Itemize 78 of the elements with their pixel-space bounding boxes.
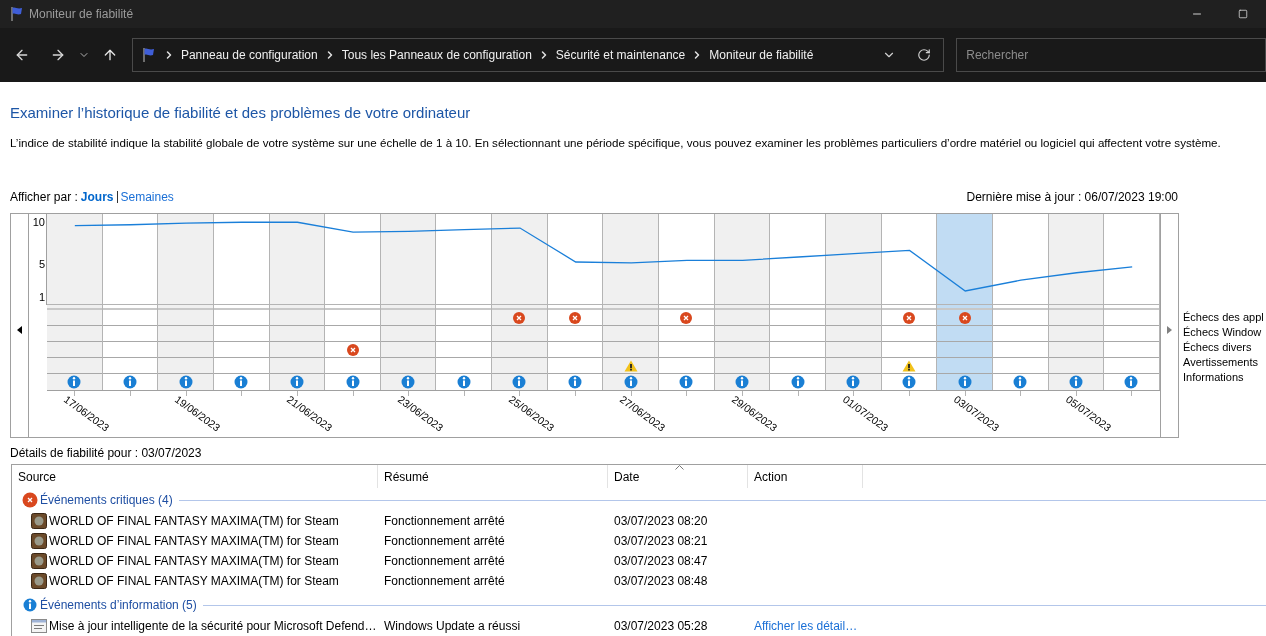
source-cell-text: WORLD OF FINAL FANTASY MAXIMA(TM) for Steam (49, 573, 339, 590)
y-axis-label: 5 (38, 257, 45, 270)
day-column[interactable] (492, 214, 548, 390)
flag-icon (140, 47, 157, 63)
info-icon (23, 598, 37, 612)
day-column[interactable] (992, 214, 1049, 390)
day-column[interactable] (380, 214, 437, 390)
day-column[interactable] (825, 214, 882, 390)
y-axis-label: 1 (38, 290, 45, 303)
date-cell: 03/07/2023 08:47 (614, 554, 708, 568)
flag-icon (9, 6, 25, 22)
day-column[interactable] (770, 214, 826, 390)
group-header[interactable]: Événements d’information (5) (40, 596, 197, 614)
view-by-label: Afficher par : (10, 189, 78, 206)
summary-cell: Fonctionnement arrêté (384, 574, 505, 588)
error-icon (22, 492, 38, 508)
day-column[interactable] (881, 214, 938, 390)
view-details-link[interactable]: Afficher les détail… (754, 619, 858, 633)
sort-caret-icon (675, 465, 684, 470)
window-icon (31, 619, 47, 633)
app-icon (31, 533, 47, 549)
breadcrumb-item[interactable]: Panneau de configuration (180, 46, 318, 64)
day-column[interactable] (213, 214, 270, 390)
summary-cell: Fonctionnement arrêté (384, 534, 505, 548)
day-column[interactable] (714, 214, 771, 390)
day-column[interactable] (1048, 214, 1105, 390)
date-cell: 03/07/2023 08:20 (614, 514, 708, 528)
group-header[interactable]: Événements critiques (4) (40, 491, 173, 509)
window-title: Moniteur de fiabilité (29, 6, 134, 23)
day-column[interactable] (102, 214, 159, 390)
right-triangle-icon (1167, 325, 1172, 334)
date-cell: 03/07/2023 08:48 (614, 574, 708, 588)
day-column[interactable] (436, 214, 493, 390)
app-icon (31, 553, 47, 569)
legend-label: Échecs Window (1183, 325, 1263, 340)
view-by-link[interactable]: Semaines (120, 188, 174, 206)
breadcrumb-item[interactable]: Sécurité et maintenance (555, 46, 686, 64)
legend-label: Avertissements (1183, 355, 1259, 370)
day-column[interactable] (659, 214, 715, 390)
description-text: L’indice de stabilité indique la stabilité globale de votre système sur une échelle de 1 à 10. En sélectionnant une période spécifique, vous pouvez examiner les problèmes particuliers d’ordre matériel ou logiciel qui affectent votre système. (10, 135, 1221, 150)
summary-cell: Windows Update a réussi (384, 619, 521, 633)
page-heading: Examiner l’historique de fiabilité et des problèmes de votre ordinateur (10, 104, 472, 122)
column-header[interactable]: Action (748, 465, 863, 488)
legend-label: Échecs divers (1183, 340, 1253, 355)
source-cell-text: WORLD OF FINAL FANTASY MAXIMA(TM) for Steam (49, 533, 339, 550)
source-cell-text: Mise à jour intelligente de la sécurité pour Microsoft Defend… (49, 618, 377, 635)
maximize-icon (1238, 9, 1248, 19)
last-update-text: Dernière mise à jour : 06/07/2023 19:00 (966, 189, 1178, 206)
day-column[interactable] (47, 214, 103, 390)
breadcrumb-item[interactable]: Tous les Panneaux de configuration (341, 46, 532, 64)
refresh-icon (916, 48, 931, 62)
view-by-link[interactable]: Jours (80, 188, 114, 206)
date-cell: 03/07/2023 05:28 (614, 619, 708, 633)
summary-cell: Fonctionnement arrêté (384, 554, 505, 568)
source-cell-text: WORLD OF FINAL FANTASY MAXIMA(TM) for Steam (49, 513, 339, 530)
day-column[interactable] (603, 214, 660, 390)
day-column[interactable] (1104, 214, 1160, 390)
app-icon (31, 513, 47, 529)
breadcrumb-item[interactable]: Moniteur de fiabilité (709, 46, 814, 64)
day-column[interactable] (325, 214, 381, 390)
search-field[interactable]: Rechercher (956, 38, 1266, 72)
legend-label: Informations (1183, 370, 1245, 385)
app-icon (31, 573, 47, 589)
day-column[interactable] (937, 214, 993, 390)
day-column[interactable] (547, 214, 604, 390)
source-cell-text: WORLD OF FINAL FANTASY MAXIMA(TM) for Steam (49, 553, 339, 570)
column-header[interactable]: Date (608, 465, 748, 488)
legend-label: Échecs des appl (1183, 310, 1264, 325)
details-title: Détails de fiabilité pour : 03/07/2023 (10, 446, 203, 460)
y-axis-label: 10 (32, 216, 45, 229)
address-field[interactable]: Panneau de configuration Tous les Panneaux de configuration Sécurité et maintenance Moniteur de fiabilité (131, 38, 945, 72)
day-column[interactable] (158, 214, 214, 390)
day-column[interactable] (269, 214, 326, 390)
column-header[interactable]: Source (12, 465, 378, 488)
date-cell: 03/07/2023 08:21 (614, 534, 708, 548)
column-header[interactable]: Résumé (378, 465, 608, 488)
summary-cell: Fonctionnement arrêté (384, 514, 505, 528)
left-triangle-icon (17, 325, 22, 334)
